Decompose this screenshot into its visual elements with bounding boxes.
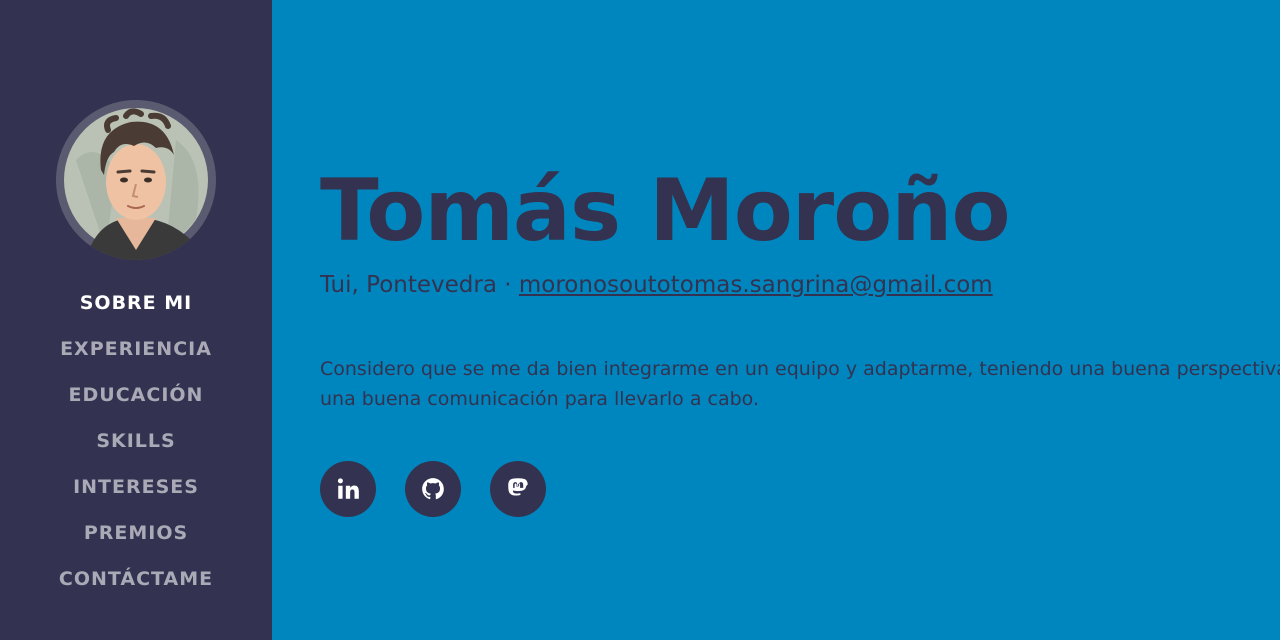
sidebar: SOBRE MI EXPERIENCIA EDUCACIÓN SKILLS IN… [0,0,272,640]
sidebar-item-educacion[interactable]: EDUCACIÓN [0,372,272,418]
avatar-illustration [56,100,216,260]
sidebar-item-sobre-mi[interactable]: SOBRE MI [0,280,272,326]
github-button[interactable] [405,461,461,517]
sidebar-item-contactame[interactable]: CONTÁCTAME [0,556,272,602]
social-icons [320,461,546,517]
last-name: Moroño [649,161,1010,261]
linkedin-icon [337,478,359,499]
sidebar-item-experiencia[interactable]: EXPERIENCIA [0,326,272,372]
bio-line-1: Considero que se me da bien integrarme e… [320,358,1280,380]
linkedin-button[interactable] [320,461,376,517]
location: Tui, Pontevedra [320,272,497,298]
separator: · [504,272,512,298]
page: SOBRE MI EXPERIENCIA EDUCACIÓN SKILLS IN… [0,0,1280,640]
bio: Considero que se me da bien integrarme e… [320,354,1280,414]
bio-line-2: una buena comunicación para llevarlo a c… [320,388,759,410]
email-link[interactable]: morono­soutotomas.sangrina@gmail.com [519,272,993,298]
sidebar-item-skills[interactable]: SKILLS [0,418,272,464]
main-content: Tomás Moroño Tui, Pontevedra · morono­so… [272,0,1280,640]
avatar [56,100,216,260]
github-icon [422,478,444,500]
sidebar-item-intereses[interactable]: INTERESES [0,464,272,510]
subheading: Tui, Pontevedra · morono­soutotomas.sang… [320,272,993,298]
sidebar-nav: SOBRE MI EXPERIENCIA EDUCACIÓN SKILLS IN… [0,280,272,602]
mastodon-icon [508,478,528,496]
page-title: Tomás Moroño [320,168,1011,254]
sidebar-item-premios[interactable]: PREMIOS [0,510,272,556]
mastodon-button[interactable] [490,461,546,517]
first-name: Tomás [320,161,621,261]
